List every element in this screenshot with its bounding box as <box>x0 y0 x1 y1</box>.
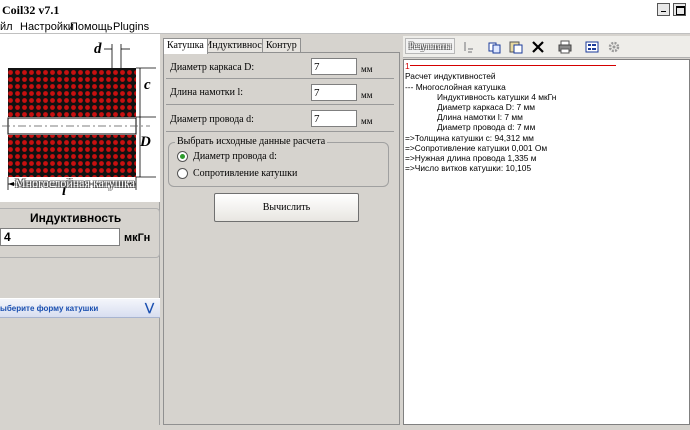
label-D: D <box>139 134 151 150</box>
field-separator <box>166 78 394 79</box>
calculate-button[interactable]: Вычислить <box>214 193 359 222</box>
upper-winding <box>8 68 136 117</box>
coil-type-caption: Многослойная катушка <box>15 176 135 190</box>
former-diameter-input[interactable] <box>311 58 357 75</box>
result-line: =>Сопротивление катушки 0,001 Ом <box>405 143 548 153</box>
calc-source-group <box>168 142 389 187</box>
maximize-button[interactable] <box>673 3 686 16</box>
radio-coil-resistance[interactable] <box>177 168 188 179</box>
result-line: Диаметр каркаса D: 7 мм <box>437 102 536 112</box>
tab-circuit[interactable]: Контур <box>262 38 301 53</box>
result-line: Индуктивность катушки 4 мкГн <box>437 92 557 102</box>
calc-source-title: Выбрать исходные данные расчета <box>175 136 328 147</box>
inductance-unit: мкГн <box>124 232 151 244</box>
minimize-button[interactable] <box>657 3 670 16</box>
settings-icon[interactable] <box>585 40 599 54</box>
result-index: 1 <box>405 61 410 71</box>
menu-file[interactable]: йл <box>0 21 13 33</box>
menu-bar: йл Настройки Помощь Plugins <box>0 20 690 34</box>
coil-tab-panel <box>163 52 400 425</box>
tab-results[interactable]: Результаты <box>405 38 455 54</box>
field-separator <box>166 104 394 105</box>
menu-plugins[interactable]: Plugins <box>113 21 149 33</box>
copy-icon[interactable] <box>488 40 502 54</box>
result-line: =>Толщина катушки c: 94,312 мм <box>405 133 534 143</box>
chevron-down-icon[interactable]: ⋁ <box>145 301 154 314</box>
print-icon[interactable] <box>558 40 572 54</box>
results-separator <box>410 65 616 66</box>
label-c: c <box>144 77 151 93</box>
winding-length-label: Длина намотки l: <box>170 87 244 98</box>
gear-icon[interactable] <box>607 40 621 54</box>
label-d: d <box>94 41 102 57</box>
clear-icon[interactable] <box>531 40 545 54</box>
window-title: Coil32 v7.1 <box>2 3 60 17</box>
coil-shape-label: ыберите форму катушки <box>0 304 99 313</box>
field-separator <box>166 131 394 132</box>
former-diameter-label: Диаметр каркаса D: <box>170 62 255 73</box>
radio-wire-diameter[interactable] <box>177 151 188 162</box>
radio-wire-diameter-label[interactable]: Диаметр провода d: <box>193 151 277 162</box>
result-line: =>Число витков катушки: 10,105 <box>405 163 532 173</box>
status-strip <box>0 425 690 430</box>
menu-help[interactable]: Помощь <box>70 21 113 33</box>
result-line: Диаметр провода d: 7 мм <box>437 122 536 132</box>
result-line: --- Многослойная катушка <box>405 82 506 92</box>
winding-length-unit: мм <box>361 90 373 100</box>
inductance-input[interactable] <box>0 228 120 246</box>
result-line: Расчет индуктивностей <box>405 71 496 81</box>
winding-length-input[interactable] <box>311 84 357 101</box>
result-line: =>Нужная длина провода 1,335 м <box>405 153 537 163</box>
info-icon[interactable] <box>461 40 475 54</box>
wire-diameter-unit: мм <box>361 116 373 126</box>
paste-icon[interactable] <box>509 40 523 54</box>
inductance-title: Индуктивность <box>30 211 122 225</box>
coil-shape-selector[interactable]: ыберите форму катушки ⋁ <box>0 298 160 318</box>
wire-diameter-label: Диаметр провода d: <box>170 114 254 125</box>
former-diameter-unit: мм <box>361 64 373 74</box>
tab-coil[interactable]: Катушка <box>163 38 208 54</box>
title-bar: Coil32 v7.1 <box>0 0 690 20</box>
wire-diameter-input[interactable] <box>311 110 357 127</box>
menu-settings[interactable]: Настройки <box>20 21 74 33</box>
lower-winding <box>8 135 136 177</box>
radio-coil-resistance-label[interactable]: Сопротивление катушки <box>193 168 297 179</box>
result-line: Длина намотки l: 7 мм <box>437 112 523 122</box>
